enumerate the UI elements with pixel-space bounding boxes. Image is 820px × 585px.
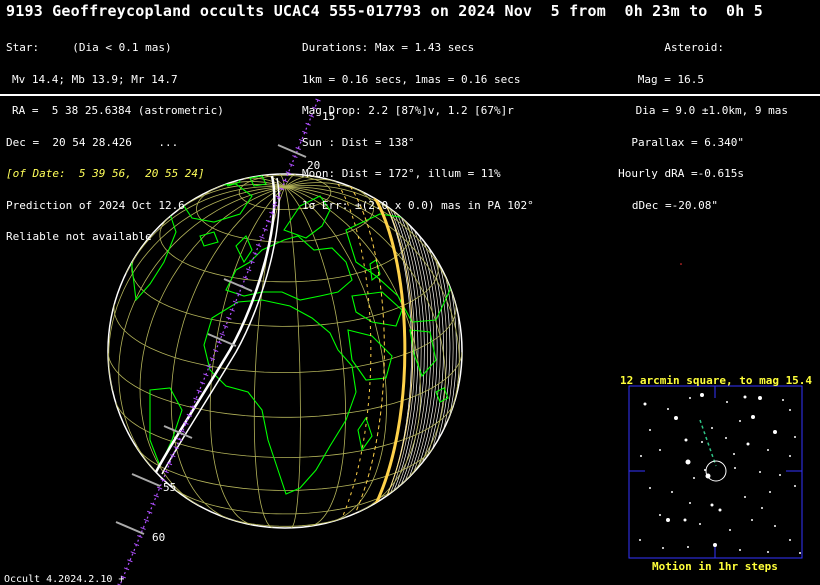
event-info: Durations: Max = 1.43 secs 1km = 0.16 se… [302, 22, 534, 232]
sun-distance: Sun : Dist = 138° [302, 135, 415, 149]
header-divider [0, 94, 820, 96]
red-marker [680, 263, 682, 265]
hourly-dra: Hourly dRA =-0.615s [618, 167, 744, 180]
mag-drop: Mag Drop: 2.2 [87%]v, 1.2 [67%]r [302, 104, 514, 117]
asteroid-info: Asteroid: Mag = 16.5 Dia = 9.0 ±1.0km, 9… [592, 22, 788, 232]
reliability: Reliable not available [6, 230, 152, 243]
occultation-window: 9193 Geoffreycopland occults UCAC4 555-0… [0, 0, 820, 585]
star-of-date: [of Date: 5 39 56, 20 55 24] [6, 167, 205, 180]
star-dec: Dec = 20 54 28.426 ... [6, 135, 179, 149]
durations: Durations: Max = 1.43 secs [302, 41, 475, 54]
star-ra: RA = 5 38 25.6384 (astrometric) [12, 104, 224, 117]
asteroid-dia: Dia = 9.0 ±1.0km, 9 mas [635, 104, 788, 117]
path-label-60: 60 [152, 531, 166, 544]
moon-distance: Moon: Dist = 172°, illum = 11% [302, 167, 501, 180]
version-label: Occult 4.2024.2.10 + [4, 574, 125, 585]
star-dia: (Dia < 0.1 mas) [72, 41, 172, 54]
asteroid-mag: Mag = 16.5 [637, 72, 704, 86]
error-ellipse: 1σ Err: ±(2.0 x 0.0) mas in PA 102° [302, 198, 534, 212]
star-heading: Star: [6, 41, 40, 54]
star-info: Star: (Dia < 0.1 mas) Mv 14.4; Mb 13.9; … [6, 22, 224, 264]
scale: 1km = 0.16 secs, 1mas = 0.16 secs [302, 72, 521, 86]
page-title: 9193 Geoffreycopland occults UCAC4 555-0… [6, 2, 763, 20]
parallax: Parallax = 6.340" [631, 135, 744, 149]
star-chart-inset [628, 385, 803, 559]
prediction-date: Prediction of 2024 Oct 12.6 [6, 198, 185, 212]
star-mags: Mv 14.4; Mb 13.9; Mr 14.7 [12, 72, 178, 86]
ddec: dDec =-20.08" [631, 198, 718, 212]
path-label-20: 20 [307, 159, 321, 172]
asteroid-heading: Asteroid: [664, 41, 724, 54]
inset-caption: 12 arcmin square, to mag 15.4 [620, 374, 813, 387]
path-label-15: 15 [322, 110, 336, 123]
inset-footer: Motion in 1hr steps [652, 560, 778, 573]
path-label-55: 55 [163, 481, 177, 494]
